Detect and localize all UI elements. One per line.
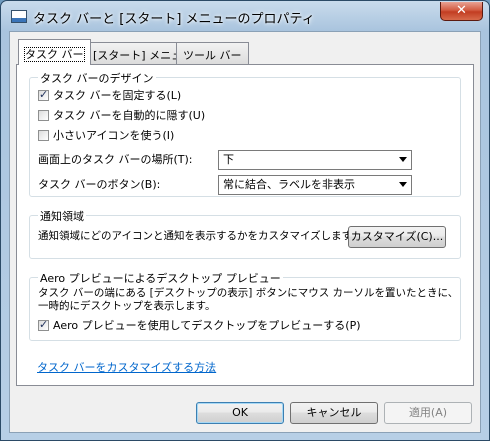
checkbox-unchecked[interactable] xyxy=(38,130,49,141)
notification-area-description: 通知領域にどのアイコンと通知を表示するかをカスタマイズします。 xyxy=(38,230,362,242)
tab-toolbars[interactable]: ツール バー xyxy=(176,42,249,64)
title-bar[interactable]: タスク バーと [スタート] メニューのプロパティ ✕ xyxy=(1,1,489,31)
tab-taskbar[interactable]: タスク バー xyxy=(18,39,91,65)
close-button[interactable]: ✕ xyxy=(440,2,483,21)
tab-label: タスク バー xyxy=(24,47,85,62)
customize-button[interactable]: カスタマイズ(C)... xyxy=(348,226,446,248)
taskbar-location-label: 画面上のタスク バーの場所(T): xyxy=(38,153,193,166)
group-title: タスク バーのデザイン xyxy=(38,70,156,86)
lock-taskbar-checkbox[interactable]: タスク バーを固定する(L) xyxy=(38,87,182,104)
checkbox-label: Aero プレビューを使用してデスクトップをプレビューする(P) xyxy=(53,319,361,332)
help-link[interactable]: タスク バーをカスタマイズする方法 xyxy=(37,359,216,375)
taskbar-design-group: タスク バーのデザイン タスク バーを固定する(L) タスク バーを自動的に隠す… xyxy=(29,70,461,197)
small-icons-checkbox[interactable]: 小さいアイコンを使う(I) xyxy=(38,128,174,144)
ok-button[interactable]: OK xyxy=(196,402,284,424)
taskbar-buttons-dropdown[interactable]: 常に結合、ラベルを非表示 xyxy=(218,175,412,195)
tab-label: ツール バー xyxy=(183,49,242,62)
close-icon: ✕ xyxy=(456,3,467,18)
cancel-button[interactable]: キャンセル xyxy=(290,402,378,424)
aero-description-line2: 一時的にデスクトップを表示します。 xyxy=(38,300,216,312)
checkbox-label: 小さいアイコンを使う(I) xyxy=(53,129,175,142)
chevron-down-icon xyxy=(399,182,407,187)
checkbox-label: タスク バーを固定する(L) xyxy=(53,89,182,102)
taskbar-buttons-label: タスク バーのボタン(B): xyxy=(38,178,161,191)
checkbox-checked[interactable] xyxy=(38,87,49,103)
dropdown-value: 下 xyxy=(223,153,234,166)
resize-grip-icon[interactable] xyxy=(468,420,478,430)
apply-button[interactable]: 適用(A) xyxy=(384,402,472,424)
dropdown-value: 常に結合、ラベルを非表示 xyxy=(223,178,355,191)
taskbar-location-dropdown[interactable]: 下 xyxy=(218,150,412,170)
autohide-taskbar-checkbox[interactable]: タスク バーを自動的に隠す(U) xyxy=(38,108,205,124)
checkbox-unchecked[interactable] xyxy=(38,110,49,121)
notification-area-group: 通知領域 通知領域にどのアイコンと通知を表示するかをカスタマイズします。 カスタ… xyxy=(29,208,461,259)
aero-peek-group: Aero プレビューによるデスクトップ プレビュー タスク バーの端にある [デ… xyxy=(29,270,461,341)
dialog-client-area: タスク バー [スタート] メニュー ツール バー タスク バーのデザイン タス… xyxy=(9,31,481,433)
group-title: 通知領域 xyxy=(38,208,86,224)
window-title: タスク バーと [スタート] メニューのプロパティ xyxy=(33,12,315,27)
tab-panel-taskbar: タスク バーのデザイン タスク バーを固定する(L) タスク バーを自動的に隠す… xyxy=(16,64,474,386)
aero-peek-checkbox[interactable]: Aero プレビューを使用してデスクトップをプレビューする(P) xyxy=(38,317,361,334)
checkbox-label: タスク バーを自動的に隠す(U) xyxy=(53,109,206,122)
taskbar-app-icon xyxy=(11,10,27,23)
checkbox-checked[interactable] xyxy=(38,317,49,333)
chevron-down-icon xyxy=(399,157,407,162)
properties-dialog: タスク バーと [スタート] メニューのプロパティ ✕ タスク バー [スタート… xyxy=(0,0,490,441)
group-title: Aero プレビューによるデスクトップ プレビュー xyxy=(38,270,283,286)
